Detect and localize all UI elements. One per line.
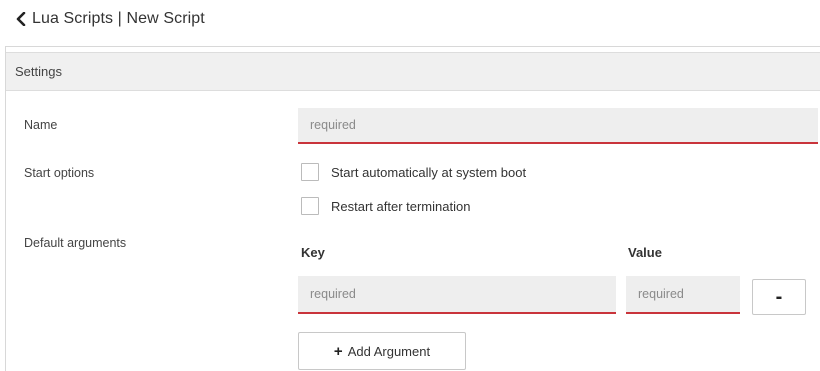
header: Lua Scripts | New Script [14, 8, 205, 30]
restart-after-termination-label: Restart after termination [331, 198, 471, 214]
argument-key-input[interactable] [298, 276, 616, 314]
start-automatically-option[interactable]: Start automatically at system boot [301, 163, 526, 181]
start-options-label: Start options [24, 166, 95, 180]
page-title: Lua Scripts | New Script [32, 10, 205, 27]
restart-after-termination-checkbox[interactable] [301, 197, 319, 215]
remove-argument-button[interactable]: - [752, 279, 806, 315]
add-argument-button[interactable]: + Add Argument [298, 332, 466, 370]
start-automatically-checkbox[interactable] [301, 163, 319, 181]
add-argument-label: Add Argument [347, 343, 431, 359]
restart-after-termination-option[interactable]: Restart after termination [301, 197, 470, 215]
chevron-left-icon[interactable] [14, 10, 28, 28]
key-column-header: Key [301, 245, 325, 260]
minus-icon: - [775, 285, 783, 308]
name-input[interactable] [298, 108, 818, 144]
default-arguments-label: Default arguments [24, 236, 127, 250]
plus-icon: + [333, 342, 343, 360]
argument-value-input[interactable] [626, 276, 740, 314]
name-label: Name [24, 118, 58, 132]
panel-heading: Settings [6, 52, 820, 91]
value-column-header: Value [628, 245, 662, 260]
start-automatically-label: Start automatically at system boot [331, 164, 527, 180]
